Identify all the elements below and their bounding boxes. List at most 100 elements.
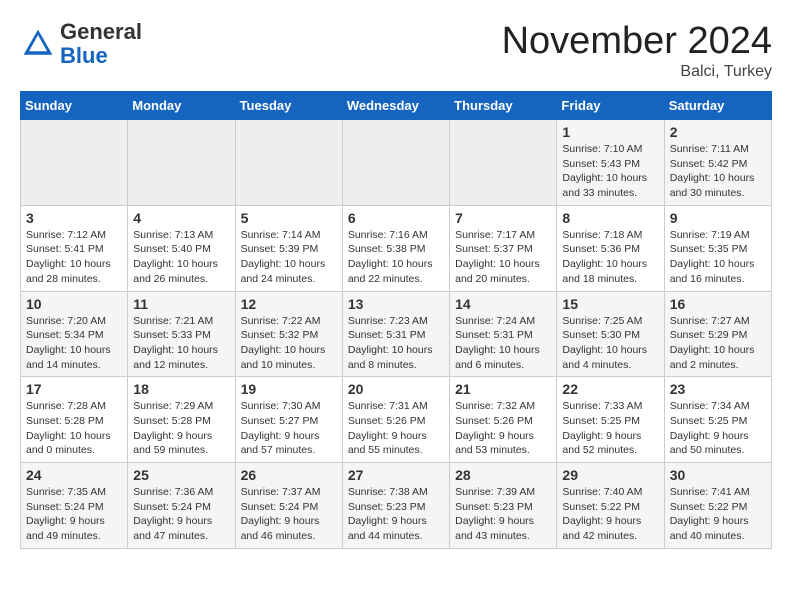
day-number: 7 <box>455 210 551 226</box>
day-number: 19 <box>241 381 337 397</box>
weekday-header-row: SundayMondayTuesdayWednesdayThursdayFrid… <box>21 92 772 120</box>
calendar-cell: 26 Sunrise: 7:37 AM Sunset: 5:24 PM Dayli… <box>235 463 342 549</box>
calendar-cell: 2 Sunrise: 7:11 AM Sunset: 5:42 PM Daylig… <box>664 120 771 206</box>
calendar-cell: 21 Sunrise: 7:32 AM Sunset: 5:26 PM Dayli… <box>450 377 557 463</box>
calendar-cell: 17 Sunrise: 7:28 AM Sunset: 5:28 PM Dayli… <box>21 377 128 463</box>
calendar-cell: 20Sunrise: 7:31 AM Sunset: 5:26 PM Dayli… <box>342 377 449 463</box>
calendar-cell <box>450 120 557 206</box>
calendar-body: 1 Sunrise: 7:10 AM Sunset: 5:43 PM Daylig… <box>21 120 772 549</box>
day-number: 29 <box>562 467 658 483</box>
day-number: 9 <box>670 210 766 226</box>
calendar-cell <box>342 120 449 206</box>
day-info: Sunrise: 7:19 AM Sunset: 5:35 PM Dayligh… <box>670 228 766 287</box>
day-number: 5 <box>241 210 337 226</box>
day-info: Sunrise: 7:31 AM Sunset: 5:26 PM Dayligh… <box>348 399 444 458</box>
day-number: 1 <box>562 124 658 140</box>
day-number: 13 <box>348 296 444 312</box>
location: Balci, Turkey <box>502 63 772 81</box>
calendar-cell: 24 Sunrise: 7:35 AM Sunset: 5:24 PM Dayli… <box>21 463 128 549</box>
day-number: 27 <box>348 467 444 483</box>
day-number: 6 <box>348 210 444 226</box>
calendar-cell: 22Sunrise: 7:33 AM Sunset: 5:25 PM Dayli… <box>557 377 664 463</box>
calendar-cell <box>235 120 342 206</box>
day-number: 3 <box>26 210 122 226</box>
calendar-cell: 25Sunrise: 7:36 AM Sunset: 5:24 PM Dayli… <box>128 463 235 549</box>
day-number: 30 <box>670 467 766 483</box>
calendar-cell: 6Sunrise: 7:16 AM Sunset: 5:38 PM Daylig… <box>342 205 449 291</box>
calendar-cell: 19 Sunrise: 7:30 AM Sunset: 5:27 PM Dayli… <box>235 377 342 463</box>
month-title: November 2024 <box>502 20 772 63</box>
day-number: 2 <box>670 124 766 140</box>
day-number: 17 <box>26 381 122 397</box>
day-number: 12 <box>241 296 337 312</box>
day-info: Sunrise: 7:28 AM Sunset: 5:28 PM Dayligh… <box>26 399 122 458</box>
day-number: 23 <box>670 381 766 397</box>
logo-text: General Blue <box>60 20 142 68</box>
day-number: 16 <box>670 296 766 312</box>
calendar-cell: 27Sunrise: 7:38 AM Sunset: 5:23 PM Dayli… <box>342 463 449 549</box>
calendar-cell: 29Sunrise: 7:40 AM Sunset: 5:22 PM Dayli… <box>557 463 664 549</box>
day-number: 24 <box>26 467 122 483</box>
logo: General Blue <box>20 20 142 68</box>
calendar-cell: 12Sunrise: 7:22 AM Sunset: 5:32 PM Dayli… <box>235 291 342 377</box>
calendar-cell: 15 Sunrise: 7:25 AM Sunset: 5:30 PM Dayli… <box>557 291 664 377</box>
calendar-week-2: 3 Sunrise: 7:12 AM Sunset: 5:41 PM Daylig… <box>21 205 772 291</box>
day-info: Sunrise: 7:35 AM Sunset: 5:24 PM Dayligh… <box>26 485 122 544</box>
day-number: 10 <box>26 296 122 312</box>
logo-icon <box>20 26 56 62</box>
calendar-cell: 23Sunrise: 7:34 AM Sunset: 5:25 PM Dayli… <box>664 377 771 463</box>
day-number: 21 <box>455 381 551 397</box>
day-info: Sunrise: 7:12 AM Sunset: 5:41 PM Dayligh… <box>26 228 122 287</box>
calendar-cell: 14 Sunrise: 7:24 AM Sunset: 5:31 PM Dayli… <box>450 291 557 377</box>
calendar-week-1: 1 Sunrise: 7:10 AM Sunset: 5:43 PM Daylig… <box>21 120 772 206</box>
calendar-cell: 7 Sunrise: 7:17 AM Sunset: 5:37 PM Daylig… <box>450 205 557 291</box>
day-number: 26 <box>241 467 337 483</box>
page-header: General Blue November 2024 Balci, Turkey <box>20 20 772 81</box>
day-info: Sunrise: 7:20 AM Sunset: 5:34 PM Dayligh… <box>26 314 122 373</box>
calendar-week-5: 24 Sunrise: 7:35 AM Sunset: 5:24 PM Dayli… <box>21 463 772 549</box>
day-info: Sunrise: 7:21 AM Sunset: 5:33 PM Dayligh… <box>133 314 229 373</box>
day-info: Sunrise: 7:13 AM Sunset: 5:40 PM Dayligh… <box>133 228 229 287</box>
day-info: Sunrise: 7:27 AM Sunset: 5:29 PM Dayligh… <box>670 314 766 373</box>
day-number: 18 <box>133 381 229 397</box>
calendar-table: SundayMondayTuesdayWednesdayThursdayFrid… <box>20 91 772 549</box>
weekday-header-saturday: Saturday <box>664 92 771 120</box>
day-number: 28 <box>455 467 551 483</box>
day-number: 4 <box>133 210 229 226</box>
day-info: Sunrise: 7:32 AM Sunset: 5:26 PM Dayligh… <box>455 399 551 458</box>
day-info: Sunrise: 7:18 AM Sunset: 5:36 PM Dayligh… <box>562 228 658 287</box>
day-info: Sunrise: 7:25 AM Sunset: 5:30 PM Dayligh… <box>562 314 658 373</box>
day-number: 11 <box>133 296 229 312</box>
calendar-cell: 28 Sunrise: 7:39 AM Sunset: 5:23 PM Dayli… <box>450 463 557 549</box>
day-info: Sunrise: 7:37 AM Sunset: 5:24 PM Dayligh… <box>241 485 337 544</box>
calendar-cell: 4 Sunrise: 7:13 AM Sunset: 5:40 PM Daylig… <box>128 205 235 291</box>
day-info: Sunrise: 7:14 AM Sunset: 5:39 PM Dayligh… <box>241 228 337 287</box>
day-info: Sunrise: 7:33 AM Sunset: 5:25 PM Dayligh… <box>562 399 658 458</box>
calendar-cell: 10 Sunrise: 7:20 AM Sunset: 5:34 PM Dayli… <box>21 291 128 377</box>
calendar-cell <box>128 120 235 206</box>
weekday-header-wednesday: Wednesday <box>342 92 449 120</box>
day-info: Sunrise: 7:10 AM Sunset: 5:43 PM Dayligh… <box>562 142 658 201</box>
logo-blue: Blue <box>60 43 108 68</box>
day-number: 15 <box>562 296 658 312</box>
calendar-cell: 3 Sunrise: 7:12 AM Sunset: 5:41 PM Daylig… <box>21 205 128 291</box>
calendar-cell: 13 Sunrise: 7:23 AM Sunset: 5:31 PM Dayli… <box>342 291 449 377</box>
calendar-cell: 5 Sunrise: 7:14 AM Sunset: 5:39 PM Daylig… <box>235 205 342 291</box>
day-info: Sunrise: 7:29 AM Sunset: 5:28 PM Dayligh… <box>133 399 229 458</box>
day-info: Sunrise: 7:39 AM Sunset: 5:23 PM Dayligh… <box>455 485 551 544</box>
day-info: Sunrise: 7:41 AM Sunset: 5:22 PM Dayligh… <box>670 485 766 544</box>
day-info: Sunrise: 7:30 AM Sunset: 5:27 PM Dayligh… <box>241 399 337 458</box>
day-info: Sunrise: 7:36 AM Sunset: 5:24 PM Dayligh… <box>133 485 229 544</box>
calendar-cell: 18 Sunrise: 7:29 AM Sunset: 5:28 PM Dayli… <box>128 377 235 463</box>
day-info: Sunrise: 7:11 AM Sunset: 5:42 PM Dayligh… <box>670 142 766 201</box>
day-number: 14 <box>455 296 551 312</box>
calendar-cell: 11 Sunrise: 7:21 AM Sunset: 5:33 PM Dayli… <box>128 291 235 377</box>
title-block: November 2024 Balci, Turkey <box>502 20 772 81</box>
calendar-cell: 8 Sunrise: 7:18 AM Sunset: 5:36 PM Daylig… <box>557 205 664 291</box>
day-number: 8 <box>562 210 658 226</box>
day-info: Sunrise: 7:24 AM Sunset: 5:31 PM Dayligh… <box>455 314 551 373</box>
logo-general: General <box>60 19 142 44</box>
day-info: Sunrise: 7:23 AM Sunset: 5:31 PM Dayligh… <box>348 314 444 373</box>
day-info: Sunrise: 7:17 AM Sunset: 5:37 PM Dayligh… <box>455 228 551 287</box>
calendar-header: SundayMondayTuesdayWednesdayThursdayFrid… <box>21 92 772 120</box>
